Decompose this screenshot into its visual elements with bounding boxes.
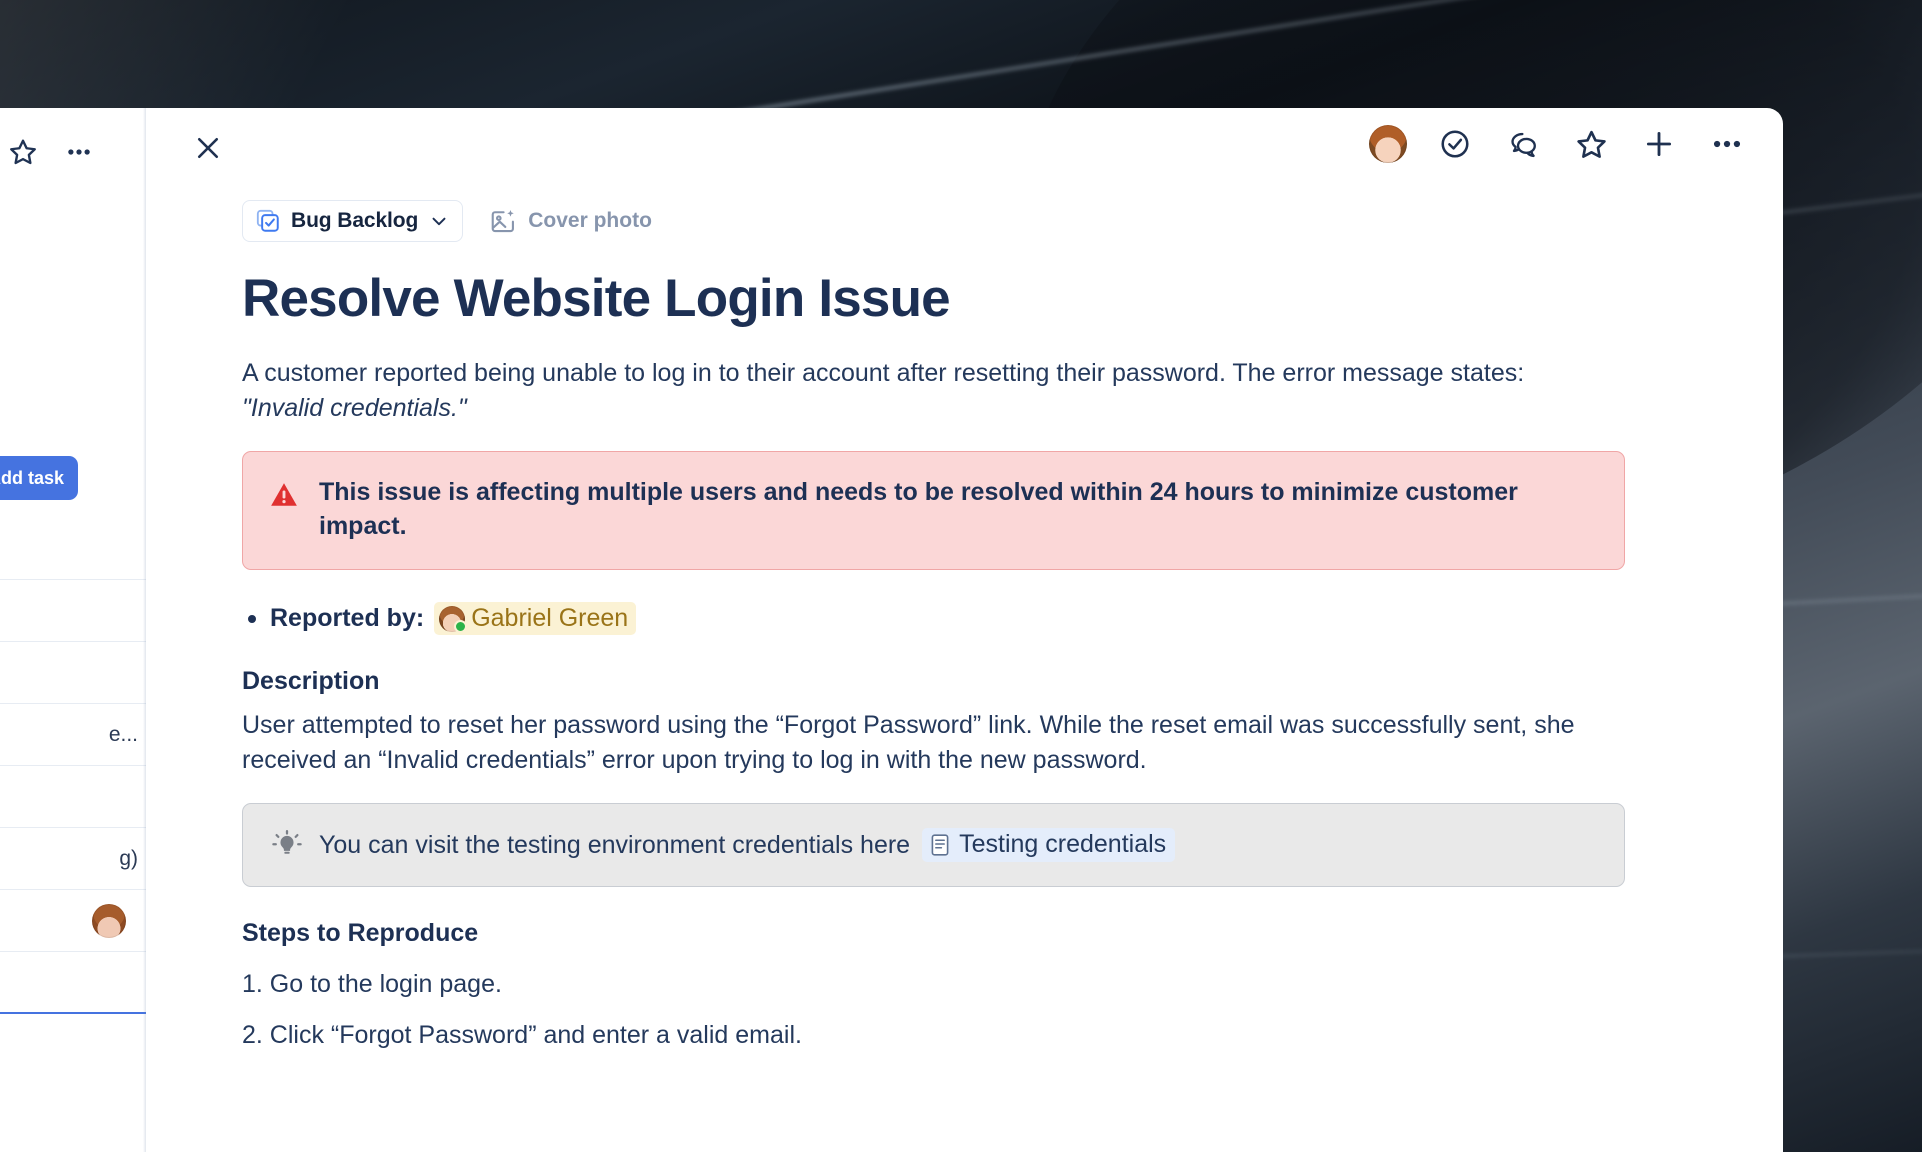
document-link-label: Testing credentials — [959, 830, 1167, 859]
reported-by-row: Reported by: Gabriel Green — [242, 602, 1739, 636]
list-item[interactable] — [0, 766, 146, 828]
list-item-label: g) — [119, 846, 138, 870]
page-title[interactable]: Resolve Website Login Issue — [242, 269, 1739, 328]
list-item[interactable]: e... — [0, 704, 146, 766]
plus-icon[interactable] — [1639, 124, 1679, 164]
cover-photo-button[interactable]: Cover photo — [489, 207, 652, 235]
list-item-selected[interactable] — [0, 952, 146, 1014]
online-status-dot — [454, 619, 468, 633]
star-icon[interactable] — [8, 137, 38, 167]
list-toolbar — [0, 126, 146, 178]
cover-photo-label: Cover photo — [528, 209, 652, 232]
project-selector[interactable]: Bug Backlog — [242, 200, 464, 242]
user-mention-chip[interactable]: Gabriel Green — [434, 602, 637, 636]
ellipsis-icon[interactable] — [64, 137, 94, 167]
step-item: 1. Go to the login page. — [242, 970, 502, 999]
steps-heading: Steps to Reproduce — [242, 919, 479, 948]
panel-body: Bug Backlog Cover photo Resolve Website … — [146, 200, 1783, 1050]
reported-by-label: Reported by: — [270, 604, 425, 633]
list-item-label: e... — [108, 722, 138, 746]
tip-text: You can visit the testing environment cr… — [319, 830, 911, 859]
description-body: User attempted to reset her password usi… — [242, 711, 1575, 774]
warning-triangle-icon — [269, 476, 299, 543]
intro-text: A customer reported being unable to log … — [242, 359, 1525, 388]
close-icon[interactable] — [188, 128, 228, 168]
description-heading: Description — [242, 667, 380, 696]
intro-quote: "Invalid credentials." — [242, 393, 467, 422]
avatar — [92, 903, 126, 938]
list-item[interactable] — [0, 642, 146, 704]
image-sparkle-icon — [489, 207, 517, 235]
mention-name: Gabriel Green — [471, 604, 629, 633]
alert-text: This issue is affecting multiple users a… — [319, 478, 1518, 540]
lightbulb-icon — [271, 829, 303, 861]
bullet-point — [248, 614, 256, 623]
avatar — [439, 605, 468, 633]
comment-icon[interactable] — [1503, 124, 1543, 164]
add-task-button[interactable]: Add task — [0, 456, 78, 500]
breadcrumb: Bug Backlog Cover photo — [242, 200, 1739, 242]
task-list-pane: Add task e... g) — [0, 108, 146, 1152]
list-item[interactable] — [0, 580, 146, 642]
tip-text-wrapper: You can visit the testing environment cr… — [319, 828, 1176, 863]
document-link-chip[interactable]: Testing credentials — [922, 828, 1176, 863]
assignee-avatar[interactable] — [1369, 125, 1407, 163]
step-item: 2. Click “Forgot Password” and enter a v… — [242, 1021, 802, 1050]
ellipsis-icon[interactable] — [1707, 124, 1747, 164]
alert-callout: This issue is affecting multiple users a… — [242, 451, 1625, 571]
panel-header — [146, 108, 1783, 186]
project-board-icon — [255, 208, 281, 234]
tip-callout: You can visit the testing environment cr… — [242, 803, 1625, 888]
document-icon — [929, 833, 951, 857]
task-detail-panel: Bug Backlog Cover photo Resolve Website … — [146, 108, 1783, 1152]
list-item[interactable]: g) — [0, 828, 146, 890]
check-circle-icon[interactable] — [1435, 124, 1475, 164]
list-item[interactable] — [0, 518, 146, 580]
intro-paragraph: A customer reported being unable to log … — [242, 356, 1562, 425]
chevron-down-icon — [428, 210, 450, 232]
list-item[interactable] — [0, 890, 146, 952]
header-actions — [1369, 124, 1747, 164]
star-icon[interactable] — [1571, 124, 1611, 164]
project-name: Bug Backlog — [291, 209, 419, 232]
